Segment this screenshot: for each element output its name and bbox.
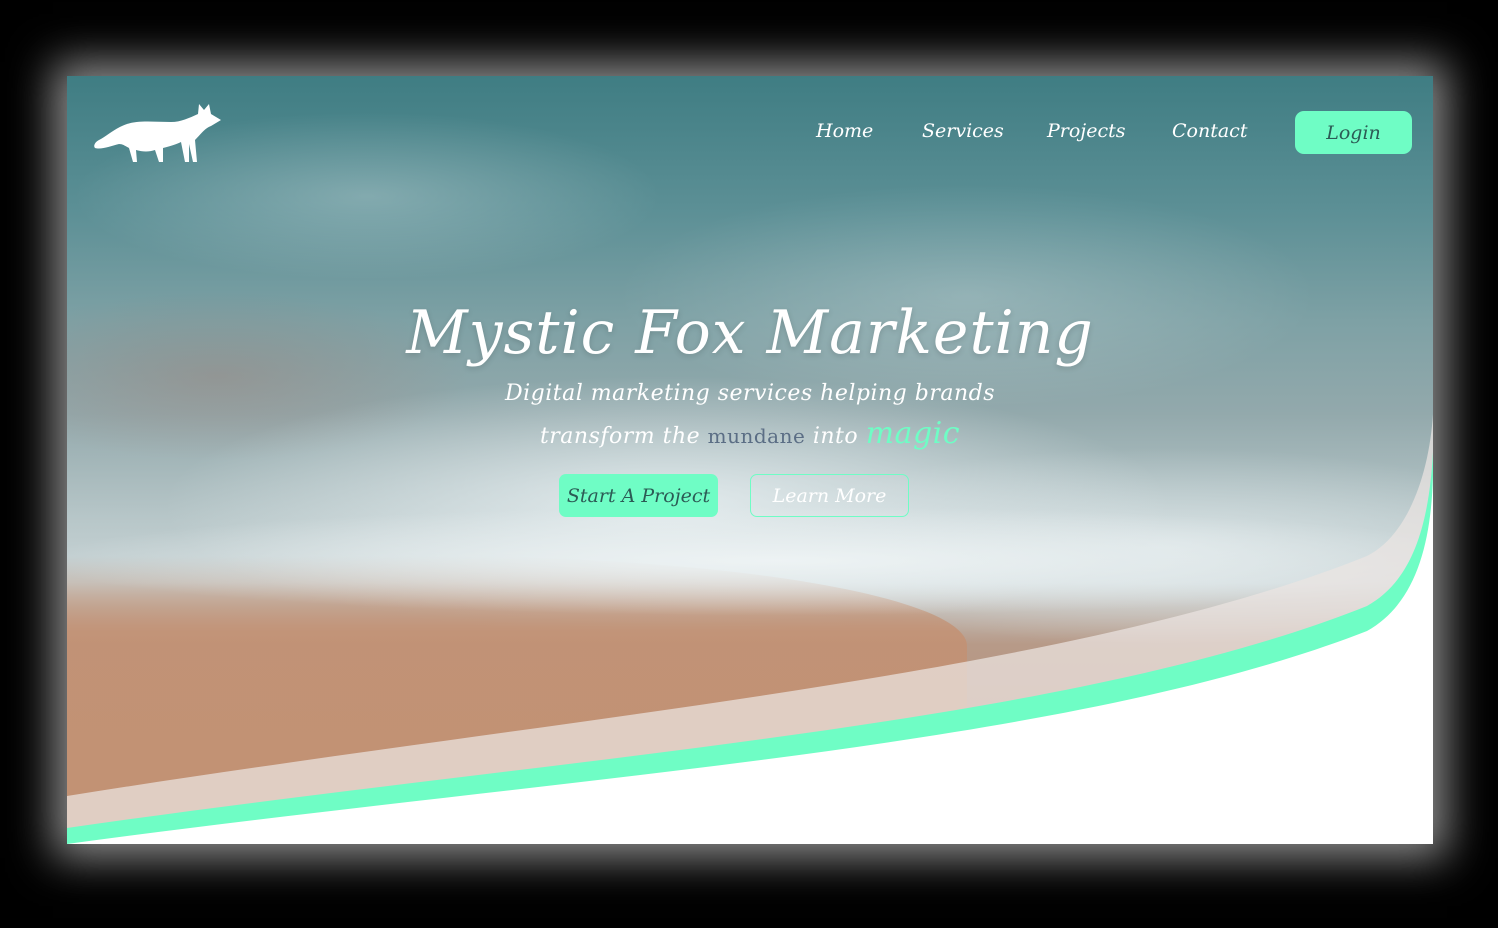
subtitle-transform-text: transform the (539, 424, 708, 449)
nav-link-services[interactable]: Services (922, 120, 1004, 142)
hero-section: Home Services Projects Contact Login Mys… (67, 76, 1433, 844)
hero-subtitle: Digital marketing services helping brand… (67, 374, 1433, 457)
learn-more-button[interactable]: Learn More (750, 474, 909, 517)
wave-divider (67, 414, 1433, 844)
top-navigation: Home Services Projects Contact Login (67, 76, 1433, 186)
subtitle-magic-word: magic (865, 416, 961, 451)
fox-icon[interactable] (93, 100, 223, 166)
nav-link-projects[interactable]: Projects (1047, 120, 1125, 142)
hero-subtitle-line1: Digital marketing services helping brand… (504, 381, 995, 406)
start-project-button[interactable]: Start A Project (559, 474, 718, 517)
nav-link-home[interactable]: Home (816, 120, 873, 142)
hero-subtitle-line2: transform the mundane into magic (67, 414, 1433, 457)
login-button[interactable]: Login (1295, 111, 1412, 154)
subtitle-into-text: into (805, 424, 866, 449)
subtitle-mundane-word: mundane (707, 424, 806, 448)
nav-link-contact[interactable]: Contact (1172, 120, 1247, 142)
hero-title: Mystic Fox Marketing (406, 298, 1094, 368)
